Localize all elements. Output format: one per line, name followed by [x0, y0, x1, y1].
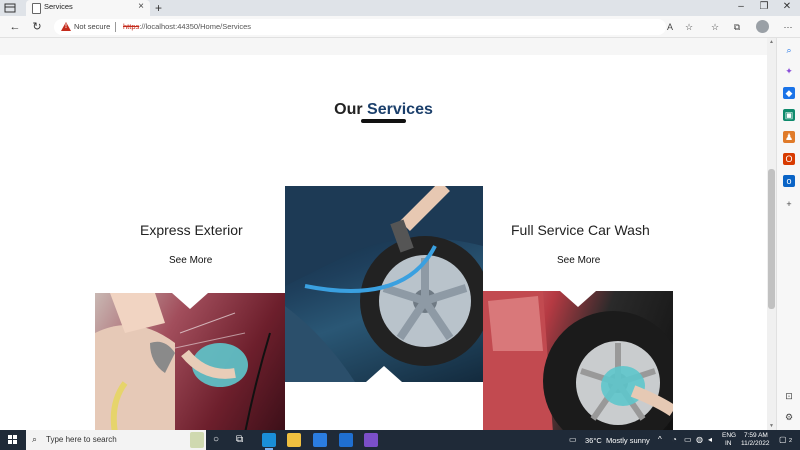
- tab-title: Services: [44, 2, 73, 11]
- file-explorer-icon[interactable]: [287, 433, 301, 447]
- outlook-icon[interactable]: o: [783, 175, 795, 187]
- page-title-part2: Services: [367, 101, 433, 118]
- close-tab-icon[interactable]: ×: [138, 1, 144, 12]
- search-icon: ⌕: [32, 434, 38, 444]
- back-icon[interactable]: ←: [8, 20, 22, 34]
- tools-icon[interactable]: ▣: [783, 109, 795, 121]
- language-line1[interactable]: ENG: [722, 432, 736, 439]
- scroll-down-icon[interactable]: ▼: [767, 423, 776, 429]
- add-favorite-icon[interactable]: ☆: [683, 21, 695, 33]
- discover-icon[interactable]: ✦: [783, 65, 795, 77]
- network-icon[interactable]: ◔: [672, 435, 677, 444]
- clock-date[interactable]: 11/2/2022: [741, 440, 769, 447]
- tab-strip: Services × + – ❐ ✕: [0, 0, 800, 16]
- not-secure-label[interactable]: Not secure: [74, 22, 110, 31]
- see-more-link-express-exterior[interactable]: See More: [169, 255, 212, 266]
- notification-count: 2: [789, 438, 793, 444]
- volume-icon[interactable]: ◂: [708, 435, 712, 444]
- browser-tab[interactable]: Services ×: [26, 0, 150, 16]
- page-viewport: Our Services Express Exterior See More F…: [0, 38, 767, 430]
- photo-notch: [560, 291, 596, 307]
- scroll-up-icon[interactable]: ▲: [767, 39, 776, 45]
- windows-taskbar: ⌕ Type here to search ○ ⧉ ▭ 36°C Mostly …: [0, 430, 800, 450]
- page-icon: [32, 3, 41, 14]
- page-title: Our Services: [0, 101, 767, 119]
- search-icon[interactable]: ⌕: [783, 44, 795, 56]
- page-title-part1: Our: [334, 101, 363, 118]
- service-title-express-exterior: Express Exterior: [140, 222, 243, 238]
- edge-sidebar: ⌕ ✦ ◆ ▣ ♟ O o + ⊡ ⚙: [776, 38, 800, 430]
- taskbar-search-placeholder: Type here to search: [46, 435, 117, 444]
- search-highlight-image: [190, 432, 204, 448]
- weather-temp[interactable]: 36°C: [585, 436, 602, 445]
- more-menu-icon[interactable]: ⋯: [782, 21, 794, 33]
- cortana-icon[interactable]: ○: [213, 434, 219, 445]
- chevron-up-icon[interactable]: ^: [658, 435, 662, 444]
- photo-notch-bottom: [366, 366, 402, 382]
- tab-actions-icon[interactable]: [4, 2, 16, 14]
- url-scheme: https: [123, 22, 140, 31]
- url-text[interactable]: https://localhost:44350/Home/Services: [123, 22, 251, 31]
- weather-icon[interactable]: ▭: [569, 435, 577, 444]
- maximize-icon[interactable]: ❐: [753, 1, 775, 12]
- photo-notch: [172, 293, 208, 309]
- hide-sidebar-icon[interactable]: ⊡: [783, 390, 795, 402]
- language-line2[interactable]: IN: [725, 440, 732, 447]
- see-more-link-full-service[interactable]: See More: [557, 255, 600, 266]
- add-sidebar-app-icon[interactable]: +: [783, 198, 795, 210]
- address-divider: [115, 22, 116, 32]
- weather-text[interactable]: Mostly sunny: [606, 436, 650, 445]
- tire-cleaning-image: [483, 291, 673, 430]
- taskbar-search[interactable]: ⌕ Type here to search: [26, 430, 206, 450]
- browser-toolbar: ← ↻ ! Not secure https://localhost:44350…: [0, 16, 800, 38]
- address-bar[interactable]: ! Not secure https://localhost:44350/Hom…: [54, 19, 693, 35]
- site-header-strip: [0, 38, 767, 55]
- car-wheel-rinse-photo: [285, 186, 483, 382]
- scroll-thumb[interactable]: [768, 169, 775, 309]
- sidebar-settings-icon[interactable]: ⚙: [783, 411, 795, 423]
- profile-avatar[interactable]: [756, 20, 769, 33]
- globe-icon[interactable]: ◍: [696, 435, 703, 444]
- service-title-full-service-car-wash: Full Service Car Wash: [511, 222, 650, 238]
- car-wash-sponge-image: [95, 293, 271, 430]
- notifications-icon[interactable]: ▢: [779, 435, 787, 444]
- games-icon[interactable]: ♟: [783, 131, 795, 143]
- full-service-photo: [483, 291, 673, 430]
- page-scrollbar[interactable]: ▲ ▼: [767, 38, 776, 430]
- url-path: ://localhost:44350/Home/Services: [139, 22, 251, 31]
- title-underline: [361, 119, 406, 123]
- new-tab-icon[interactable]: +: [155, 0, 162, 16]
- task-view-icon[interactable]: ⧉: [236, 434, 243, 445]
- collections-icon[interactable]: ⧉: [731, 21, 743, 33]
- mail-icon[interactable]: [339, 433, 353, 447]
- office-icon[interactable]: O: [783, 153, 795, 165]
- store-icon[interactable]: [313, 433, 327, 447]
- read-aloud-icon[interactable]: A: [664, 21, 676, 33]
- edge-taskbar-icon[interactable]: [262, 433, 276, 450]
- favorites-icon[interactable]: ☆: [709, 21, 721, 33]
- car-wheel-image: [285, 186, 483, 382]
- battery-icon[interactable]: ▭: [684, 435, 692, 444]
- clock-time[interactable]: 7:59 AM: [744, 432, 768, 439]
- start-button[interactable]: [8, 435, 18, 445]
- express-exterior-photo: [95, 293, 285, 430]
- shopping-icon[interactable]: ◆: [783, 87, 795, 99]
- minimize-icon[interactable]: –: [730, 1, 752, 12]
- visual-studio-icon[interactable]: [364, 433, 378, 447]
- close-window-icon[interactable]: ✕: [776, 1, 798, 12]
- refresh-icon[interactable]: ↻: [30, 20, 44, 34]
